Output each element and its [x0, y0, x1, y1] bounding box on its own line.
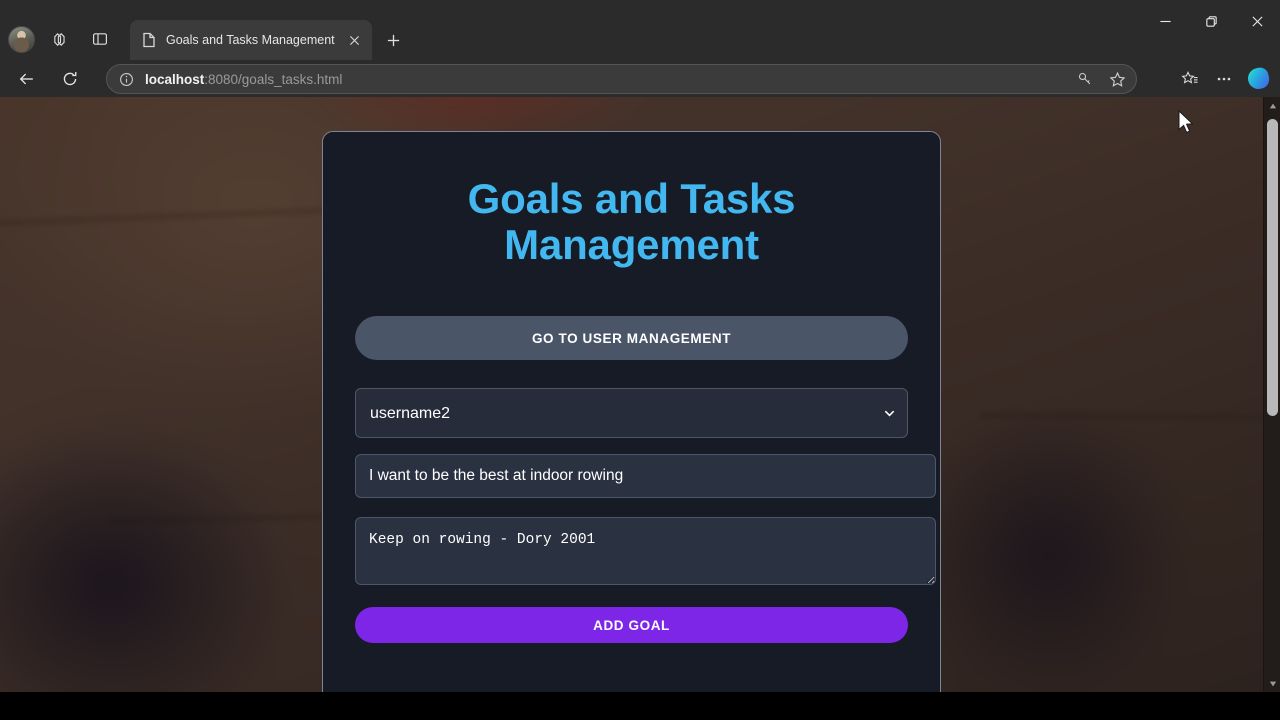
- goal-notes-textarea[interactable]: Keep on rowing - Dory 2001: [355, 517, 936, 586]
- address-bar-actions: [1072, 66, 1130, 92]
- split-screen-icon[interactable]: [85, 24, 115, 54]
- browser-chrome: Goals and Tasks Management localhost:808…: [0, 0, 1280, 97]
- reload-button[interactable]: [54, 63, 86, 95]
- profile-avatar[interactable]: [8, 25, 35, 53]
- app-card: Goals and Tasks Management GO TO USER MA…: [322, 131, 941, 692]
- window-close-icon[interactable]: [1234, 0, 1280, 42]
- favorites-star-list-icon[interactable]: [1174, 63, 1206, 94]
- page-title: Goals and Tasks Management: [467, 175, 796, 269]
- copilot-icon[interactable]: [1242, 63, 1274, 94]
- goal-input[interactable]: [355, 454, 936, 499]
- address-bar-url: localhost:8080/goals_tasks.html: [145, 72, 1072, 87]
- screen: Goals and Tasks Management localhost:808…: [0, 0, 1280, 720]
- user-select[interactable]: username2: [355, 388, 908, 439]
- chrome-left-icons: [8, 18, 115, 60]
- scroll-down-arrow-icon[interactable]: [1264, 675, 1280, 692]
- add-goal-button[interactable]: ADD GOAL: [355, 607, 908, 644]
- key-icon[interactable]: [1072, 66, 1098, 92]
- tab-title: Goals and Tasks Management: [166, 33, 335, 47]
- user-select-wrapper: username2: [355, 388, 908, 439]
- address-bar[interactable]: localhost:8080/goals_tasks.html: [106, 64, 1137, 94]
- new-tab-button[interactable]: [380, 27, 406, 53]
- tab-strip: Goals and Tasks Management: [0, 15, 1280, 60]
- url-host: localhost: [145, 71, 205, 87]
- scrollbar-thumb[interactable]: [1267, 119, 1278, 416]
- go-to-user-management-button[interactable]: GO TO USER MANAGEMENT: [355, 316, 908, 361]
- letterbox: [0, 692, 1280, 720]
- minimize-icon[interactable]: [1142, 0, 1188, 42]
- document-icon: [142, 32, 158, 48]
- maximize-icon[interactable]: [1188, 0, 1234, 42]
- browser-toolbar: localhost:8080/goals_tasks.html: [0, 60, 1280, 97]
- ellipsis-icon[interactable]: [1208, 63, 1240, 94]
- url-path: :8080/goals_tasks.html: [204, 71, 343, 87]
- page-scrollbar[interactable]: [1263, 97, 1280, 692]
- scroll-up-arrow-icon[interactable]: [1264, 97, 1280, 114]
- close-icon[interactable]: [344, 30, 364, 50]
- star-icon[interactable]: [1104, 66, 1130, 92]
- toolbar-right-actions: [1174, 63, 1274, 94]
- window-controls: [1142, 0, 1280, 42]
- site-info-icon[interactable]: [119, 72, 134, 87]
- workspaces-icon[interactable]: [45, 24, 75, 54]
- page-viewport: Goals and Tasks Management GO TO USER MA…: [0, 97, 1280, 692]
- browser-tab[interactable]: Goals and Tasks Management: [130, 20, 372, 60]
- back-button[interactable]: [11, 63, 43, 95]
